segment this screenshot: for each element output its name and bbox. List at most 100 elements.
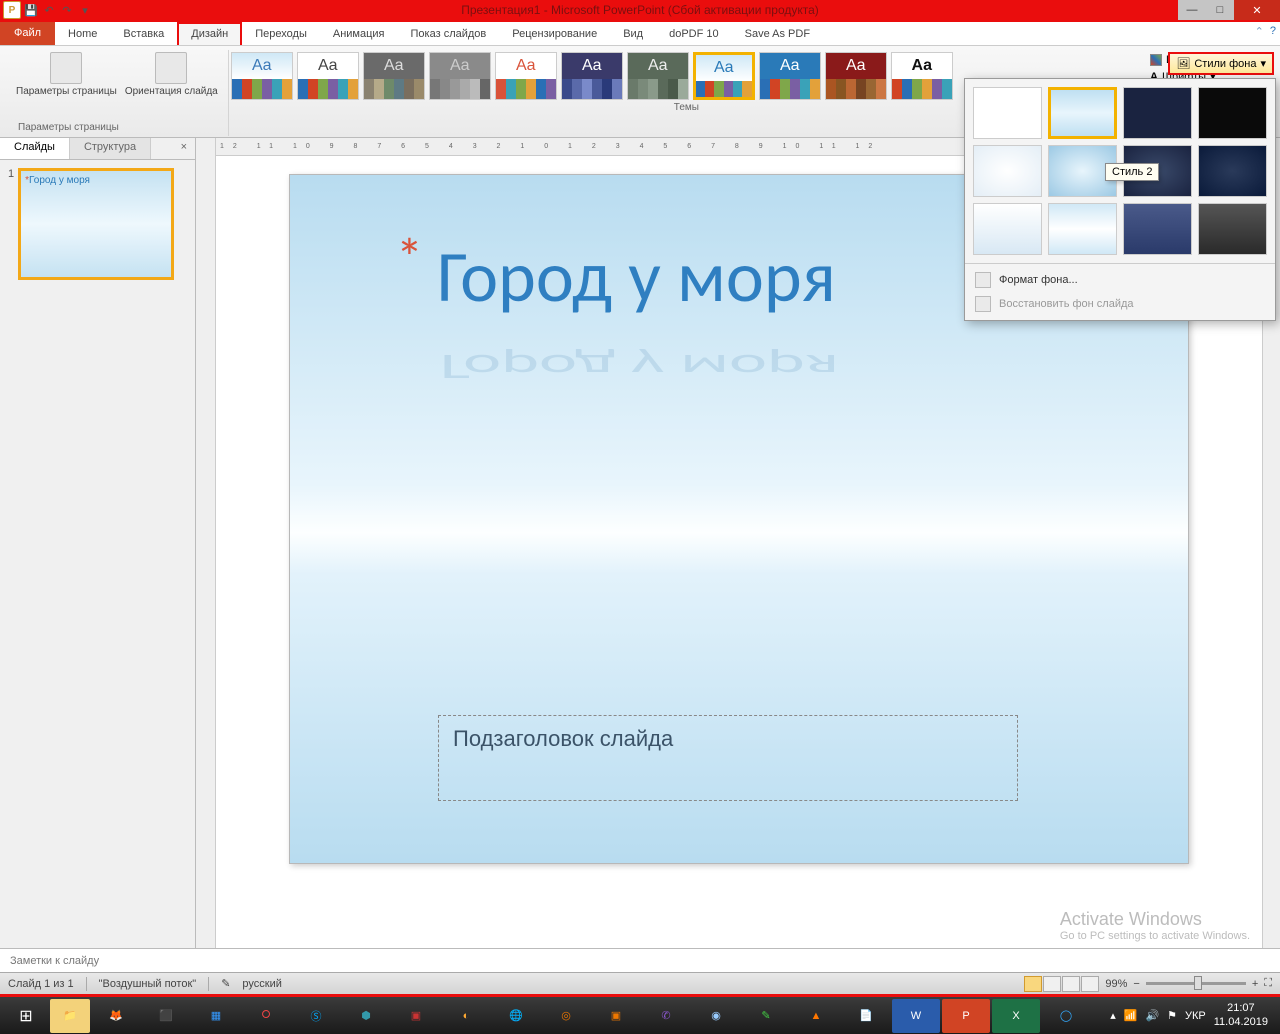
format-background-item[interactable]: Формат фона... <box>969 268 1271 292</box>
file-tab[interactable]: Файл <box>0 22 55 45</box>
taskbar-word-icon[interactable]: W <box>892 999 940 1033</box>
notes-pane[interactable]: Заметки к слайду <box>0 948 1280 972</box>
minimize-button[interactable]: — <box>1178 0 1206 20</box>
bg-style-tile[interactable] <box>1198 203 1267 255</box>
tab-dopdf[interactable]: doPDF 10 <box>656 22 732 45</box>
theme-tile[interactable]: Aa <box>429 52 491 100</box>
bg-style-tile[interactable] <box>1123 87 1192 139</box>
theme-tile[interactable]: Aa <box>891 52 953 100</box>
tray-volume-icon[interactable]: 🔊 <box>1145 1009 1159 1022</box>
theme-tile[interactable]: Aa <box>759 52 821 100</box>
help-icon[interactable]: ? <box>1270 25 1276 38</box>
thumb-title: Город у моря <box>25 175 167 186</box>
tab-slideshow[interactable]: Показ слайдов <box>398 22 500 45</box>
theme-tile[interactable]: Aa <box>825 52 887 100</box>
taskbar-opera-icon[interactable]: ⭘ <box>242 999 290 1033</box>
close-button[interactable]: ✕ <box>1234 0 1280 20</box>
tab-insert[interactable]: Вставка <box>110 22 177 45</box>
bg-style-tile[interactable] <box>1048 203 1117 255</box>
maximize-button[interactable]: □ <box>1206 0 1234 20</box>
taskbar-app-icon[interactable]: ✎ <box>742 999 790 1033</box>
view-buttons <box>1024 976 1099 992</box>
tab-home[interactable]: Home <box>55 22 110 45</box>
reading-view-button[interactable] <box>1062 976 1080 992</box>
theme-tile[interactable]: Aa <box>693 52 755 100</box>
tray-language[interactable]: УКР <box>1185 1010 1206 1022</box>
slide-thumbnail[interactable]: 1 Город у моря <box>8 168 187 280</box>
bg-style-tile[interactable] <box>1123 203 1192 255</box>
tray-network-icon[interactable]: 📶 <box>1124 1009 1138 1022</box>
tray-flag-icon[interactable]: ⚑ <box>1167 1009 1177 1022</box>
taskbar-vlc-icon[interactable]: ▲ <box>792 999 840 1033</box>
slideshow-view-button[interactable] <box>1081 976 1099 992</box>
start-button[interactable]: ⊞ <box>4 999 48 1033</box>
taskbar-app-icon[interactable]: ◉ <box>692 999 740 1033</box>
taskbar-explorer-icon[interactable]: 📁 <box>50 999 90 1033</box>
slide-title[interactable]: Город у моря <box>410 233 836 321</box>
chevron-down-icon: ▾ <box>1260 57 1266 70</box>
undo-icon[interactable]: ↶ <box>41 2 57 18</box>
zoom-out-button[interactable]: − <box>1133 978 1139 990</box>
taskbar-app-icon[interactable]: ▦ <box>192 999 240 1033</box>
window-title: Презентация1 - Microsoft PowerPoint (Сбо… <box>0 3 1280 17</box>
taskbar-app-icon[interactable]: 📄 <box>842 999 890 1033</box>
tab-transitions[interactable]: Переходы <box>242 22 320 45</box>
taskbar-app-icon[interactable]: ▣ <box>592 999 640 1033</box>
language-indicator[interactable]: русский <box>242 978 281 990</box>
theme-tile[interactable]: Aa <box>495 52 557 100</box>
taskbar-viber-icon[interactable]: ✆ <box>642 999 690 1033</box>
taskbar-excel-icon[interactable]: X <box>992 999 1040 1033</box>
taskbar-app-icon[interactable]: ◐ <box>442 999 490 1033</box>
subtitle-placeholder[interactable]: Подзаголовок слайда <box>438 715 1018 801</box>
spellcheck-icon[interactable]: ✎ <box>221 977 230 990</box>
taskbar-app-icon[interactable]: ◎ <box>542 999 590 1033</box>
taskbar-vbox-icon[interactable]: ⬢ <box>342 999 390 1033</box>
bg-style-tile[interactable] <box>973 203 1042 255</box>
bg-style-tile[interactable] <box>1198 145 1267 197</box>
save-icon[interactable]: 💾 <box>23 2 39 18</box>
taskbar-chrome-icon[interactable]: 🌐 <box>492 999 540 1033</box>
page-setup-button[interactable]: Параметры страницы <box>12 50 121 99</box>
app-icon[interactable]: P <box>3 1 21 19</box>
tab-animation[interactable]: Анимация <box>320 22 398 45</box>
taskbar-app-icon[interactable]: ▣ <box>392 999 440 1033</box>
pane-close-icon[interactable]: × <box>173 138 195 159</box>
taskbar-app-icon[interactable]: ◯ <box>1042 999 1090 1033</box>
page-params-group-label: Параметры страницы <box>18 122 119 135</box>
tray-clock[interactable]: 21:07 11.04.2019 <box>1214 1002 1268 1028</box>
redo-icon[interactable]: ↷ <box>59 2 75 18</box>
zoom-level[interactable]: 99% <box>1105 978 1127 990</box>
tab-view[interactable]: Вид <box>610 22 656 45</box>
tray-chevron-icon[interactable]: ▴ <box>1110 1009 1116 1022</box>
theme-tile[interactable]: Aa <box>363 52 425 100</box>
bg-style-tile[interactable] <box>1198 87 1267 139</box>
qat-more-icon[interactable]: ▾ <box>77 2 93 18</box>
bg-style-tile[interactable] <box>973 145 1042 197</box>
theme-tile[interactable]: Aa <box>627 52 689 100</box>
theme-tile[interactable]: Aa <box>231 52 293 100</box>
bg-style-tile[interactable] <box>973 87 1042 139</box>
system-tray[interactable]: ▴ 📶 🔊 ⚑ УКР 21:07 11.04.2019 <box>1110 1002 1276 1028</box>
tab-design[interactable]: Дизайн <box>177 22 242 45</box>
zoom-in-button[interactable]: + <box>1252 978 1258 990</box>
tab-saveaspdf[interactable]: Save As PDF <box>732 22 823 45</box>
theme-name: "Воздушный поток" <box>99 978 197 990</box>
orientation-icon <box>155 52 187 84</box>
ribbon-minimize-icon[interactable]: ⌃ <box>1255 25 1264 38</box>
slides-tab[interactable]: Слайды <box>0 138 70 159</box>
background-styles-button[interactable]: 🖼 Стили фона ▾ <box>1168 52 1274 75</box>
sorter-view-button[interactable] <box>1043 976 1061 992</box>
taskbar-firefox-icon[interactable]: 🦊 <box>92 999 140 1033</box>
normal-view-button[interactable] <box>1024 976 1042 992</box>
fit-to-window-button[interactable]: ⛶ <box>1264 977 1272 990</box>
slide-orientation-button[interactable]: Ориентация слайда <box>121 50 222 99</box>
tab-review[interactable]: Рецензирование <box>499 22 610 45</box>
theme-tile[interactable]: Aa <box>297 52 359 100</box>
taskbar-app-icon[interactable]: ⬛ <box>142 999 190 1033</box>
theme-tile[interactable]: Aa <box>561 52 623 100</box>
bg-style-tile[interactable] <box>1048 87 1117 139</box>
outline-tab[interactable]: Структура <box>70 138 151 159</box>
zoom-slider[interactable] <box>1146 982 1246 985</box>
taskbar-powerpoint-icon[interactable]: P <box>942 999 990 1033</box>
taskbar-skype-icon[interactable]: Ⓢ <box>292 999 340 1033</box>
